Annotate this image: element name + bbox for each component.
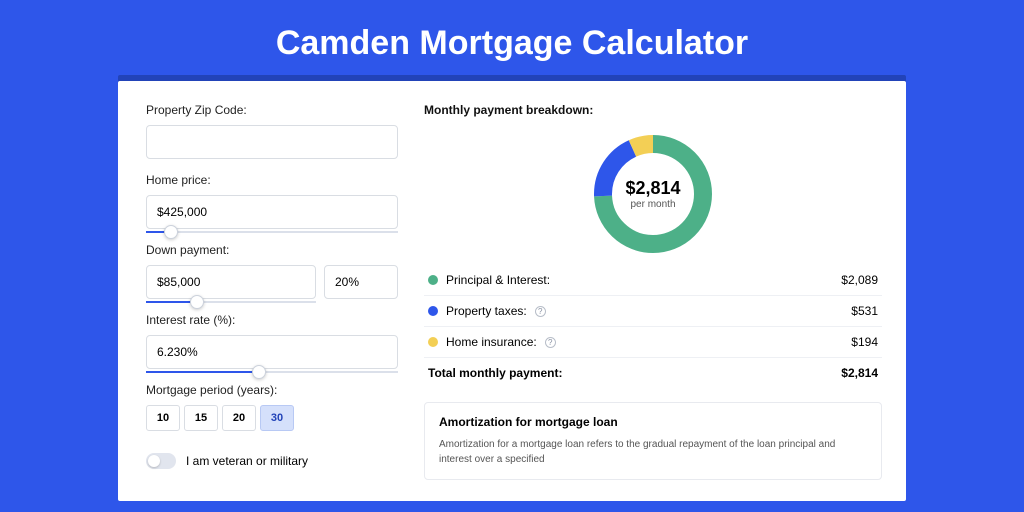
total-label: Total monthly payment:: [428, 366, 562, 380]
home-price-slider-thumb[interactable]: [164, 225, 178, 239]
zip-label: Property Zip Code:: [146, 103, 398, 117]
legend-dot-icon: [428, 306, 438, 316]
calculator-card: Property Zip Code: Home price: Down paym…: [118, 81, 906, 501]
breakdown-label: Home insurance:: [446, 335, 537, 349]
down-amount-wrap: [146, 265, 316, 299]
breakdown-rows: Principal & Interest: $2,089 Property taxe…: [424, 265, 882, 358]
donut-chart: $2,814 per month: [592, 133, 714, 255]
page-title: Camden Mortgage Calculator: [0, 0, 1024, 81]
donut-amount: $2,814: [625, 178, 680, 199]
breakdown-row: Principal & Interest: $2,089: [424, 265, 882, 296]
period-button-10[interactable]: 10: [146, 405, 180, 431]
home-price-label: Home price:: [146, 173, 398, 187]
down-pct-wrap: [324, 265, 398, 299]
amortization-text: Amortization for a mortgage loan refers …: [439, 437, 867, 467]
amortization-box: Amortization for mortgage loan Amortizat…: [424, 402, 882, 480]
breakdown-value: $2,089: [841, 273, 878, 287]
breakdown-row: Home insurance: ? $194: [424, 327, 882, 358]
donut-chart-wrap: $2,814 per month: [424, 123, 882, 265]
period-button-30[interactable]: 30: [260, 405, 294, 431]
legend-dot-icon: [428, 275, 438, 285]
down-payment-slider[interactable]: [146, 301, 316, 303]
home-price-input[interactable]: [146, 195, 398, 229]
donut-sub: per month: [630, 199, 675, 210]
down-amount-input[interactable]: [146, 265, 316, 299]
legend-dot-icon: [428, 337, 438, 347]
down-payment-label: Down payment:: [146, 243, 398, 257]
amortization-title: Amortization for mortgage loan: [439, 415, 867, 429]
breakdown-value: $194: [851, 335, 878, 349]
rate-slider-thumb[interactable]: [252, 365, 266, 379]
help-icon[interactable]: ?: [545, 337, 556, 348]
rate-field-wrap: [146, 335, 398, 369]
breakdown-label: Principal & Interest:: [446, 273, 550, 287]
home-price-field-wrap: [146, 195, 398, 229]
breakdown-value: $531: [851, 304, 878, 318]
total-value: $2,814: [841, 366, 878, 380]
breakdown-label: Property taxes:: [446, 304, 527, 318]
home-price-slider[interactable]: [146, 231, 398, 233]
breakdown-panel: Monthly payment breakdown: $2,814 per mo…: [414, 81, 906, 501]
period-button-15[interactable]: 15: [184, 405, 218, 431]
rate-slider[interactable]: [146, 371, 398, 373]
breakdown-title: Monthly payment breakdown:: [424, 103, 882, 117]
zip-field-wrap: [146, 125, 398, 159]
period-label: Mortgage period (years):: [146, 383, 398, 397]
veteran-toggle-row: I am veteran or military: [146, 453, 398, 469]
donut-center: $2,814 per month: [592, 133, 714, 255]
down-pct-input[interactable]: [324, 265, 398, 299]
breakdown-total-row: Total monthly payment: $2,814: [424, 358, 882, 388]
period-button-20[interactable]: 20: [222, 405, 256, 431]
veteran-label: I am veteran or military: [186, 454, 308, 468]
rate-input[interactable]: [146, 335, 398, 369]
form-panel: Property Zip Code: Home price: Down paym…: [118, 81, 414, 501]
down-slider-thumb[interactable]: [190, 295, 204, 309]
zip-input[interactable]: [146, 125, 398, 159]
help-icon[interactable]: ?: [535, 306, 546, 317]
rate-label: Interest rate (%):: [146, 313, 398, 327]
period-buttons: 10152030: [146, 405, 398, 431]
veteran-toggle[interactable]: [146, 453, 176, 469]
breakdown-row: Property taxes: ? $531: [424, 296, 882, 327]
